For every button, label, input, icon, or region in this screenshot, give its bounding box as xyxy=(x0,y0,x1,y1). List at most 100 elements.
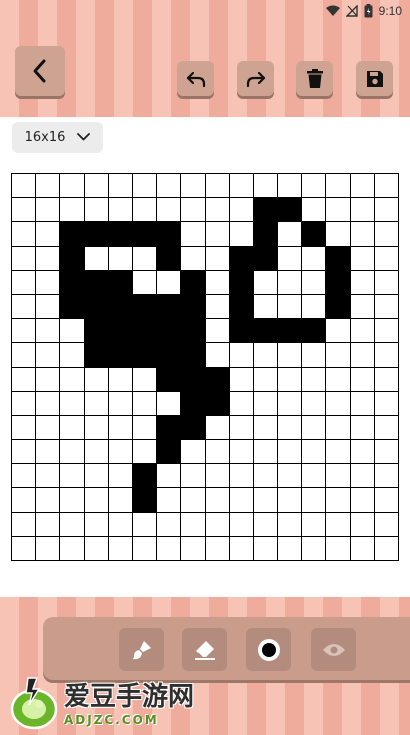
pixel-cell[interactable] xyxy=(229,367,254,392)
pixel-cell[interactable] xyxy=(229,464,254,489)
pixel-cell[interactable] xyxy=(205,512,230,537)
pixel-cell[interactable] xyxy=(108,270,133,295)
pixel-cell[interactable] xyxy=(253,174,279,199)
save-button[interactable] xyxy=(356,61,393,96)
pixel-cell[interactable] xyxy=(326,294,351,320)
pixel-cell[interactable] xyxy=(12,512,37,537)
pixel-cell[interactable] xyxy=(84,536,109,561)
pixel-cell[interactable] xyxy=(374,440,399,465)
pixel-cell[interactable] xyxy=(60,488,85,513)
pixel-cell[interactable] xyxy=(157,246,182,271)
pixel-cell[interactable] xyxy=(278,343,303,368)
pixel-cell[interactable] xyxy=(278,270,303,295)
pixel-cell[interactable] xyxy=(84,222,109,247)
pixel-cell[interactable] xyxy=(326,343,351,368)
pixel-cell[interactable] xyxy=(181,222,206,247)
pixel-cell[interactable] xyxy=(36,512,61,537)
pixel-cell[interactable] xyxy=(326,222,351,247)
grid-size-dropdown[interactable]: 16x16 xyxy=(12,122,103,153)
pixel-cell[interactable] xyxy=(374,222,399,247)
pixel-cell[interactable] xyxy=(374,270,399,295)
pixel-cell[interactable] xyxy=(181,367,206,392)
pixel-cell[interactable] xyxy=(374,488,399,513)
pixel-cell[interactable] xyxy=(278,319,303,344)
pixel-cell[interactable] xyxy=(374,174,399,199)
pixel-cell[interactable] xyxy=(132,488,158,513)
pixel-cell[interactable] xyxy=(12,488,37,513)
pixel-cell[interactable] xyxy=(229,174,254,199)
pixel-cell[interactable] xyxy=(302,222,327,247)
pixel-cell[interactable] xyxy=(84,319,109,344)
pixel-cell[interactable] xyxy=(60,391,85,416)
pixel-cell[interactable] xyxy=(326,536,351,561)
pixel-cell[interactable] xyxy=(181,270,206,295)
pixel-cell[interactable] xyxy=(60,270,85,295)
pixel-cell[interactable] xyxy=(84,174,109,199)
pixel-cell[interactable] xyxy=(205,440,230,465)
pixel-cell[interactable] xyxy=(229,294,254,320)
pixel-cell[interactable] xyxy=(350,270,375,295)
pixel-cell[interactable] xyxy=(132,367,158,392)
pixel-cell[interactable] xyxy=(84,512,109,537)
preview-button[interactable] xyxy=(311,628,356,671)
pixel-cell[interactable] xyxy=(132,343,158,368)
pixel-cell[interactable] xyxy=(157,440,182,465)
pixel-cell[interactable] xyxy=(229,440,254,465)
pixel-cell[interactable] xyxy=(278,415,303,441)
pixel-cell[interactable] xyxy=(278,464,303,489)
pixel-cell[interactable] xyxy=(278,198,303,223)
pixel-cell[interactable] xyxy=(253,367,279,392)
pixel-cell[interactable] xyxy=(181,391,206,416)
pixel-cell[interactable] xyxy=(60,246,85,271)
pixel-cell[interactable] xyxy=(181,174,206,199)
pixel-cell[interactable] xyxy=(374,391,399,416)
pixel-cell[interactable] xyxy=(36,294,61,320)
eraser-tool-button[interactable] xyxy=(182,628,227,671)
pixel-cell[interactable] xyxy=(205,222,230,247)
pixel-cell[interactable] xyxy=(229,536,254,561)
pixel-cell[interactable] xyxy=(157,415,182,441)
pixel-cell[interactable] xyxy=(36,415,61,441)
pixel-cell[interactable] xyxy=(12,319,37,344)
undo-button[interactable] xyxy=(177,61,214,96)
pixel-cell[interactable] xyxy=(132,222,158,247)
pixel-cell[interactable] xyxy=(84,391,109,416)
pixel-cell[interactable] xyxy=(326,415,351,441)
pixel-cell[interactable] xyxy=(205,343,230,368)
pixel-canvas[interactable] xyxy=(11,173,399,561)
pixel-cell[interactable] xyxy=(84,488,109,513)
pixel-cell[interactable] xyxy=(60,536,85,561)
pixel-cell[interactable] xyxy=(108,391,133,416)
pixel-cell[interactable] xyxy=(84,343,109,368)
pixel-cell[interactable] xyxy=(278,536,303,561)
pixel-cell[interactable] xyxy=(108,415,133,441)
pixel-cell[interactable] xyxy=(229,270,254,295)
pixel-cell[interactable] xyxy=(229,488,254,513)
pixel-cell[interactable] xyxy=(326,174,351,199)
pixel-cell[interactable] xyxy=(84,440,109,465)
pixel-cell[interactable] xyxy=(132,174,158,199)
pixel-cell[interactable] xyxy=(108,536,133,561)
pixel-cell[interactable] xyxy=(36,222,61,247)
pixel-cell[interactable] xyxy=(374,198,399,223)
pixel-cell[interactable] xyxy=(205,319,230,344)
pixel-cell[interactable] xyxy=(229,246,254,271)
pixel-cell[interactable] xyxy=(157,270,182,295)
pixel-cell[interactable] xyxy=(84,198,109,223)
pixel-cell[interactable] xyxy=(60,343,85,368)
pixel-cell[interactable] xyxy=(12,246,37,271)
pixel-cell[interactable] xyxy=(60,198,85,223)
pixel-cell[interactable] xyxy=(350,367,375,392)
pixel-cell[interactable] xyxy=(302,464,327,489)
pixel-cell[interactable] xyxy=(108,343,133,368)
pixel-cell[interactable] xyxy=(302,367,327,392)
pixel-cell[interactable] xyxy=(302,440,327,465)
pixel-cell[interactable] xyxy=(205,294,230,320)
pixel-cell[interactable] xyxy=(350,415,375,441)
pixel-cell[interactable] xyxy=(181,440,206,465)
pixel-cell[interactable] xyxy=(36,488,61,513)
pixel-cell[interactable] xyxy=(374,294,399,320)
pixel-cell[interactable] xyxy=(253,440,279,465)
pixel-cell[interactable] xyxy=(132,464,158,489)
pixel-cell[interactable] xyxy=(326,319,351,344)
